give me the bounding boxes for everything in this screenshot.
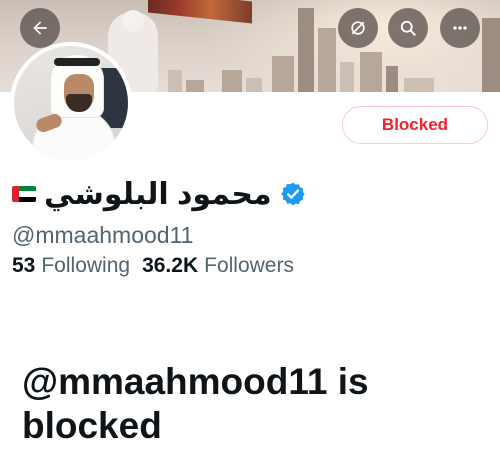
display-name: محمود البلوشي — [44, 177, 272, 211]
follow-stats: 53 Following 36.2K Followers — [12, 254, 306, 278]
following-label: Following — [41, 254, 131, 277]
hide-button[interactable] — [338, 8, 378, 48]
back-button[interactable] — [20, 8, 60, 48]
banner-building — [340, 62, 354, 92]
banner-building — [186, 80, 204, 92]
more-button[interactable] — [440, 8, 480, 48]
following-count: 53 — [12, 254, 36, 277]
banner-building — [404, 78, 434, 92]
avatar[interactable] — [10, 42, 132, 164]
verified-badge-icon[interactable] — [280, 181, 306, 207]
more-icon — [453, 26, 467, 30]
banner-building — [222, 70, 242, 92]
banner-building — [482, 18, 500, 92]
banner-building — [360, 52, 382, 92]
followers-link[interactable]: 36.2K Followers — [142, 254, 294, 278]
search-icon — [400, 20, 416, 36]
followers-count: 36.2K — [142, 254, 199, 277]
banner-building — [168, 70, 182, 92]
banner-building — [318, 28, 336, 92]
uae-flag-icon — [12, 186, 36, 202]
banner-building — [386, 66, 398, 92]
following-link[interactable]: 53 Following — [12, 254, 130, 278]
hide-icon — [351, 21, 365, 35]
banner-building — [272, 56, 294, 92]
followers-label: Followers — [204, 254, 294, 277]
display-name-row: محمود البلوشي — [12, 174, 306, 214]
banner-building — [298, 8, 314, 92]
blocked-button[interactable]: Blocked — [342, 106, 488, 144]
banner-building — [246, 78, 262, 92]
arrow-left-icon — [33, 21, 47, 35]
search-button[interactable] — [388, 8, 428, 48]
user-handle: @mmaahmood11 — [12, 222, 194, 248]
blocked-notice-title: @mmaahmood11 is blocked — [22, 361, 369, 446]
